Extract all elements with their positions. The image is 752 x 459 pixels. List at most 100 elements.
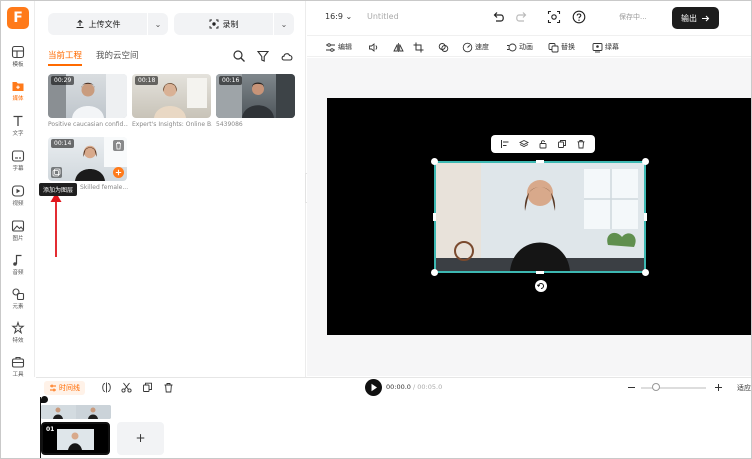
unlock-icon[interactable] [538,139,548,149]
record-button[interactable]: 录制 [174,19,273,30]
blend-tool-button[interactable] [438,40,449,54]
clip-filmstrip [41,405,111,419]
search-icon[interactable] [232,49,246,63]
video-frame [436,163,644,271]
tab-cloud-space[interactable]: 我的云空间 [96,49,139,66]
help-icon[interactable] [572,10,586,24]
aspect-ratio-selector[interactable]: 16:9 ⌄ [325,12,352,21]
zoom-in-icon[interactable] [713,382,724,393]
crop-tool-button[interactable] [413,40,424,54]
resize-handle[interactable] [433,213,436,221]
timeline-tracks: 01 + [36,396,751,458]
upload-button-group: 上传文件 ⌄ [48,13,168,35]
timeline-icon [50,384,56,392]
selected-video-layer[interactable] [431,158,649,276]
media-thumbnail-hovered[interactable]: 00:14 [48,137,127,181]
rail-item-subtitles[interactable]: 字幕 [1,149,35,179]
media-caption: Positive caucasian confid... [48,121,128,128]
resize-handle[interactable] [536,271,544,274]
rail-item-effects[interactable]: 特效 [1,321,35,351]
blend-icon [438,42,449,52]
upload-button[interactable]: 上传文件 [48,19,147,30]
rotate-handle[interactable] [535,280,547,292]
flip-tool-button[interactable] [393,40,404,54]
resize-handle[interactable] [642,158,649,165]
resize-handle[interactable] [431,269,438,276]
resize-handle[interactable] [644,213,647,221]
undo-icon[interactable] [491,10,505,24]
rail-item-media[interactable]: 媒体 [1,79,35,109]
volume-icon [369,42,378,52]
overlay-layer-clip[interactable] [41,405,111,419]
save-status: 保存中... [619,13,647,21]
template-icon [11,45,25,59]
fit-button[interactable]: 适应 [737,383,751,393]
layers-icon[interactable] [518,139,529,149]
timeline-mode-toggle[interactable]: 时间线 [44,381,85,395]
green-screen-tool-button[interactable]: 绿幕 [592,40,619,54]
tab-current-project[interactable]: 当前工程 [48,49,83,66]
replace-tool-button[interactable]: 替换 [548,40,575,54]
editor-window: F 模板 媒体 文字 字幕 视频 图片 音频 元素 特效 工具 上传文件 ⌄ 录… [0,0,752,459]
speed-tool-button[interactable]: 速度 [462,40,489,54]
edit-tool-button[interactable]: 编辑 [325,40,352,54]
media-thumbnail[interactable]: 00:29 [48,74,127,118]
upload-icon [76,19,83,28]
scissors-icon[interactable] [121,382,132,393]
screenshot-icon[interactable] [547,10,561,24]
add-clip-button[interactable]: + [117,422,164,455]
filter-icon[interactable] [256,49,270,63]
current-time: 00:00.0 [386,383,411,391]
video-canvas[interactable] [327,98,751,335]
rail-item-images[interactable]: 图片 [1,219,35,249]
export-button[interactable]: 输出 [672,7,719,29]
resize-handle[interactable] [536,160,544,163]
timeline-toolbar: 时间线 00:00.0 / 00:05.0 适应 [36,377,751,397]
media-thumbnail[interactable]: 00:16 [216,74,295,118]
resize-handle[interactable] [431,158,438,165]
media-caption: 5439086 [216,121,243,128]
resize-handle[interactable] [642,269,649,276]
tool-label: 动画 [519,43,533,51]
animation-tool-button[interactable]: 动画 [506,40,533,54]
rail-label: 视频 [12,201,24,207]
copy-icon[interactable] [142,382,153,393]
align-icon[interactable] [500,139,510,149]
project-title[interactable]: Untitled [367,12,399,21]
cloud-icon[interactable] [280,49,294,63]
zoom-slider-track[interactable] [641,387,706,389]
rail-item-tools[interactable]: 工具 [1,355,35,385]
trash-icon[interactable] [163,382,174,393]
rail-item-text[interactable]: 文字 [1,114,35,144]
playhead-handle[interactable] [41,396,48,403]
split-icon[interactable] [101,382,112,393]
record-dropdown-chevron-icon[interactable]: ⌄ [274,20,294,29]
top-bar: 16:9 ⌄ Untitled 保存中... 输出 [307,1,751,35]
zoom-slider-knob[interactable] [652,383,660,391]
play-button[interactable] [365,379,382,396]
add-as-layer-icon[interactable] [51,167,62,178]
timeline-mode-label: 时间线 [59,384,80,392]
main-track-clip[interactable]: 01 [41,422,110,455]
playhead[interactable] [40,396,48,458]
rail-item-templates[interactable]: 模板 [1,45,35,75]
delete-icon[interactable] [576,139,586,149]
volume-tool-button[interactable] [368,40,379,54]
rail-item-elements[interactable]: 元素 [1,287,35,317]
rail-item-video[interactable]: 视频 [1,184,35,214]
delete-media-icon[interactable] [113,140,124,151]
duplicate-icon[interactable] [557,139,567,149]
upload-label: 上传文件 [88,19,121,29]
app-logo[interactable]: F [7,7,29,29]
adjust-sliders-icon [326,42,335,52]
upload-dropdown-chevron-icon[interactable]: ⌄ [148,20,168,29]
tools-icon [11,356,25,368]
music-icon [13,254,22,266]
zoom-out-icon[interactable] [626,382,637,393]
add-to-timeline-icon[interactable] [113,167,124,178]
rail-label: 音频 [12,270,24,276]
rail-item-audio[interactable]: 音频 [1,253,35,283]
left-rail: F 模板 媒体 文字 字幕 视频 图片 音频 元素 特效 工具 [1,1,35,378]
redo-icon[interactable] [515,10,529,24]
media-thumbnail[interactable]: 00:18 [132,74,211,118]
